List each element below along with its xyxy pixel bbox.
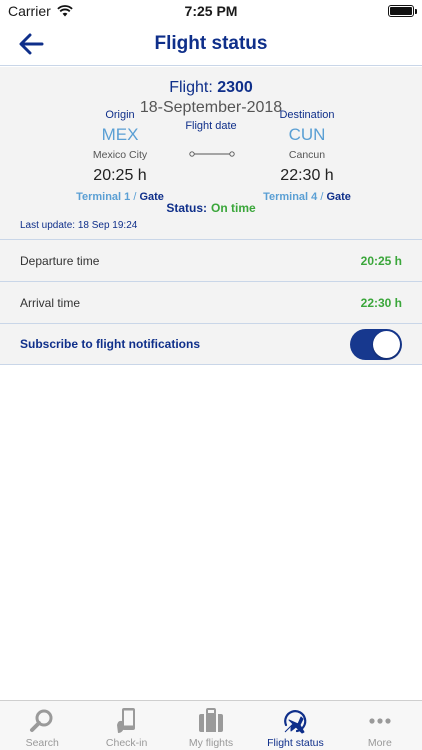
phone-check-in-icon [113, 707, 141, 735]
status-value: On time [211, 201, 256, 215]
arrival-time-label: Arrival time [20, 295, 81, 310]
status-label: Status: [166, 201, 207, 215]
subscribe-toggle[interactable] [350, 328, 402, 360]
flight-label: Flight: [169, 79, 213, 96]
flight-number-line: Flight: 2300 [0, 79, 422, 97]
tab-my-flights[interactable]: My flights [169, 701, 253, 750]
tab-flight-status[interactable]: Flight status [253, 701, 337, 750]
airplane-globe-icon [281, 707, 309, 735]
tab-check-in[interactable]: Check-in [84, 701, 168, 750]
departure-time-label: Departure time [20, 253, 100, 268]
status-bar: Carrier 7:25 PM [0, 0, 422, 22]
arrival-time-row: Arrival time 22:30 h [0, 281, 422, 323]
destination-time: 22:30 h [280, 167, 334, 184]
nav-bar: Flight status [0, 22, 422, 66]
origin-city: Mexico City [92, 149, 148, 161]
back-button[interactable] [16, 30, 46, 58]
origin-label: Origin [105, 109, 135, 121]
origin-code: MEX [101, 125, 139, 144]
flight-status-line: Status: On time [0, 201, 422, 215]
departure-time-value: 20:25 h [360, 253, 402, 268]
tab-search[interactable]: Search [0, 701, 84, 750]
tab-flight-status-label: Flight status [267, 737, 324, 749]
departure-time-row: Departure time 20:25 h [0, 239, 422, 281]
destination-city: Cancun [288, 149, 326, 161]
battery-icon [388, 5, 417, 17]
flight-number: 2300 [217, 79, 253, 96]
destination-label: Destination [279, 109, 335, 121]
search-icon [28, 707, 56, 735]
more-dots-icon [366, 707, 394, 735]
tab-check-in-label: Check-in [105, 737, 148, 749]
tab-my-flights-label: My flights [188, 737, 234, 749]
destination-block: Destination CUN Cancun 22:30 h Terminal … [227, 109, 387, 203]
tab-more[interactable]: More [338, 701, 422, 750]
last-update: Last update: 18 Sep 19:24 [20, 220, 138, 231]
origin-time: 20:25 h [93, 167, 147, 184]
subscribe-row: Subscribe to flight notifications [0, 323, 422, 365]
origin-block: Origin MEX Mexico City 20:25 h Terminal … [40, 109, 200, 203]
tab-more-label: More [367, 737, 392, 749]
status-time: 7:25 PM [184, 3, 238, 19]
toggle-knob [373, 330, 400, 358]
arrival-time-value: 22:30 h [360, 295, 402, 310]
destination-code: CUN [288, 125, 326, 144]
flight-summary: Flight: 2300 18-September-2018 Flight da… [0, 67, 422, 239]
back-arrow-icon [19, 33, 44, 55]
subscribe-label: Subscribe to flight notifications [20, 337, 200, 351]
tab-bar: Search Check-in My flights Flight status… [0, 700, 422, 750]
tab-search-label: Search [25, 737, 59, 749]
page-title: Flight status [154, 32, 268, 54]
suitcase-icon [197, 707, 225, 735]
